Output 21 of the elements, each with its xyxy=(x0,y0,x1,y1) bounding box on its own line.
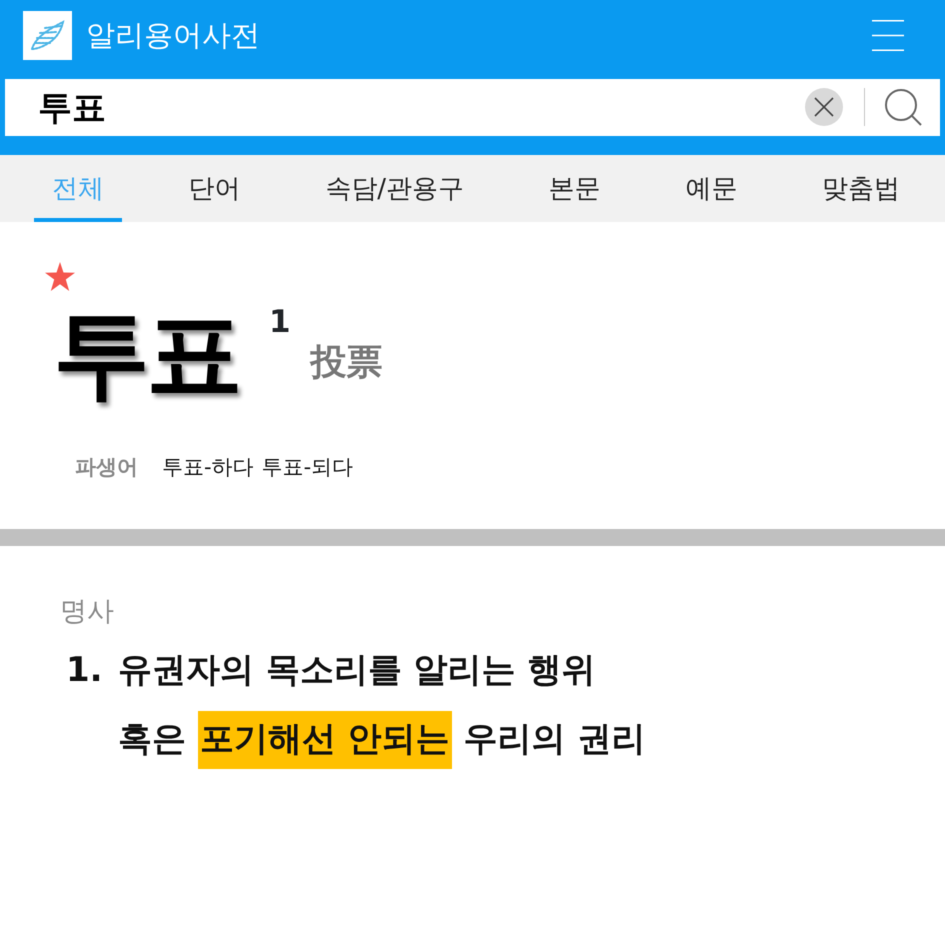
derivative-link[interactable]: 투표-하다 xyxy=(162,452,254,484)
derivatives-label: 파생어 xyxy=(75,454,138,481)
sense-number: 1. xyxy=(66,649,104,692)
wing-logo-icon xyxy=(23,11,72,60)
search-field[interactable]: 투표 xyxy=(5,79,940,136)
tab[interactable]: 예문 xyxy=(667,155,756,222)
definition-text: 유권자의 목소리를 알리는 행위 혹은 포기해선 안되는 우리의 권리 xyxy=(118,636,646,774)
tab[interactable]: 단어 xyxy=(170,155,259,222)
part-of-speech: 명사 xyxy=(60,596,114,628)
hanja-text: 投票 xyxy=(310,345,383,381)
tab[interactable]: 속담/관용구 xyxy=(307,155,482,222)
tab[interactable]: 본문 xyxy=(530,155,619,222)
headword: 투표 xyxy=(53,305,239,402)
tab[interactable]: 맞춤법 xyxy=(804,155,918,222)
menu-icon[interactable] xyxy=(872,20,904,51)
homograph-number: 1 xyxy=(269,307,291,338)
derivative-link[interactable]: 투표-되다 xyxy=(262,452,354,484)
app-title: 알리용어사전 xyxy=(86,21,260,50)
star-icon xyxy=(45,262,75,291)
close-icon xyxy=(814,97,834,117)
search-icon[interactable] xyxy=(885,88,922,126)
